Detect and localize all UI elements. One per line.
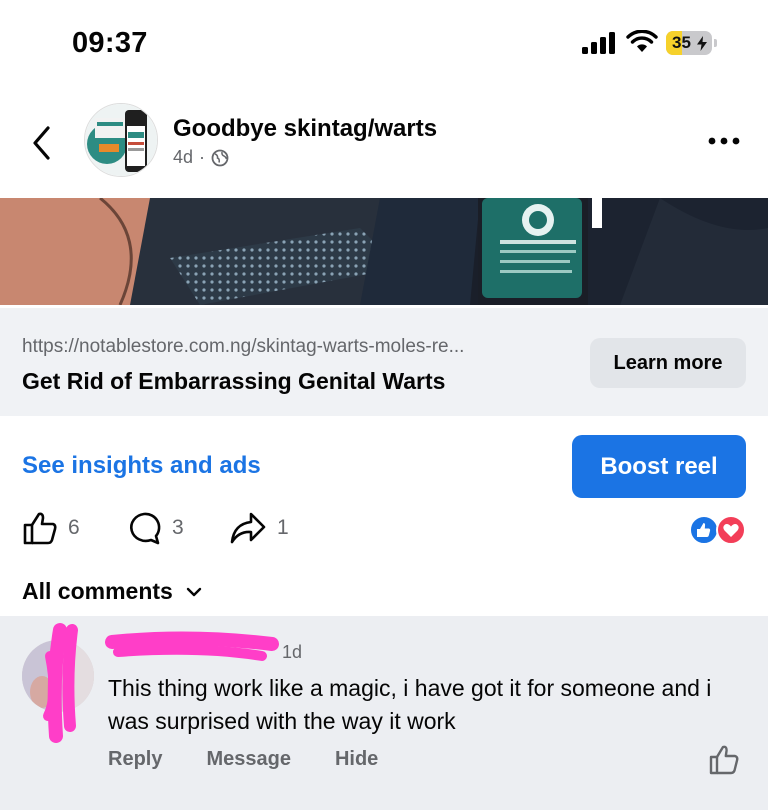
status-bar: 09:37 35 [0, 0, 768, 90]
meta-separator: · [199, 147, 206, 167]
comment-action[interactable]: 3 [126, 511, 184, 545]
product-thumbnail [85, 104, 157, 176]
share-action[interactable]: 1 [229, 511, 289, 545]
link-url[interactable]: https://notablestore.com.ng/skintag-wart… [22, 336, 582, 358]
comment-text: This thing work like a magic, i have got… [108, 675, 712, 734]
video-still [0, 198, 768, 305]
comment-actions: Reply Message Hide [108, 748, 378, 771]
comment-bubble-icon [130, 512, 161, 545]
boost-reel-button[interactable]: Boost reel [572, 435, 746, 498]
page-avatar[interactable] [84, 103, 158, 177]
thumbs-up-icon [23, 512, 57, 545]
page-name[interactable]: Goodbye skintag/warts [173, 115, 437, 143]
post-meta: 4d · [173, 147, 229, 168]
share-count: 1 [277, 516, 289, 539]
post-video-frame[interactable] [0, 198, 768, 305]
avatar-photo [22, 640, 94, 712]
more-dots-icon[interactable] [704, 131, 744, 151]
hide-button[interactable]: Hide [335, 748, 378, 771]
comment-time: 1d [282, 642, 303, 662]
signal-icon [582, 32, 615, 54]
like-action[interactable]: 6 [22, 511, 80, 545]
like-count: 6 [68, 516, 80, 539]
chevron-down-icon [186, 587, 202, 596]
share-arrow-icon [230, 512, 266, 544]
engagement-bar: 6 3 1 [0, 505, 768, 551]
comment-like-icon[interactable] [708, 744, 740, 776]
comment-item: 1d This thing work like a magic, i have … [0, 616, 768, 810]
post-age[interactable]: 4d [173, 147, 193, 168]
back-chevron-icon[interactable] [26, 123, 56, 163]
see-insights-link[interactable]: See insights and ads [22, 452, 261, 480]
commenter-avatar[interactable] [22, 640, 94, 712]
all-comments-label: All comments [22, 578, 173, 604]
all-comments-filter[interactable]: All comments [22, 578, 203, 605]
message-button[interactable]: Message [206, 748, 291, 771]
reply-button[interactable]: Reply [108, 748, 162, 771]
link-preview-card[interactable]: https://notablestore.com.ng/skintag-wart… [0, 308, 768, 416]
status-time: 09:37 [72, 27, 148, 59]
battery-icon: 35 [666, 31, 718, 55]
charging-bolt-icon [697, 36, 707, 51]
globe-icon [211, 149, 229, 166]
reactions-summary[interactable] [688, 514, 748, 546]
learn-more-button[interactable]: Learn more [590, 338, 746, 388]
post-header: Goodbye skintag/warts 4d · [0, 95, 768, 195]
comment-count: 3 [172, 516, 184, 539]
battery-percent: 35 [672, 33, 691, 52]
link-title[interactable]: Get Rid of Embarrassing Genital Warts [22, 368, 445, 395]
wifi-icon [626, 30, 658, 52]
